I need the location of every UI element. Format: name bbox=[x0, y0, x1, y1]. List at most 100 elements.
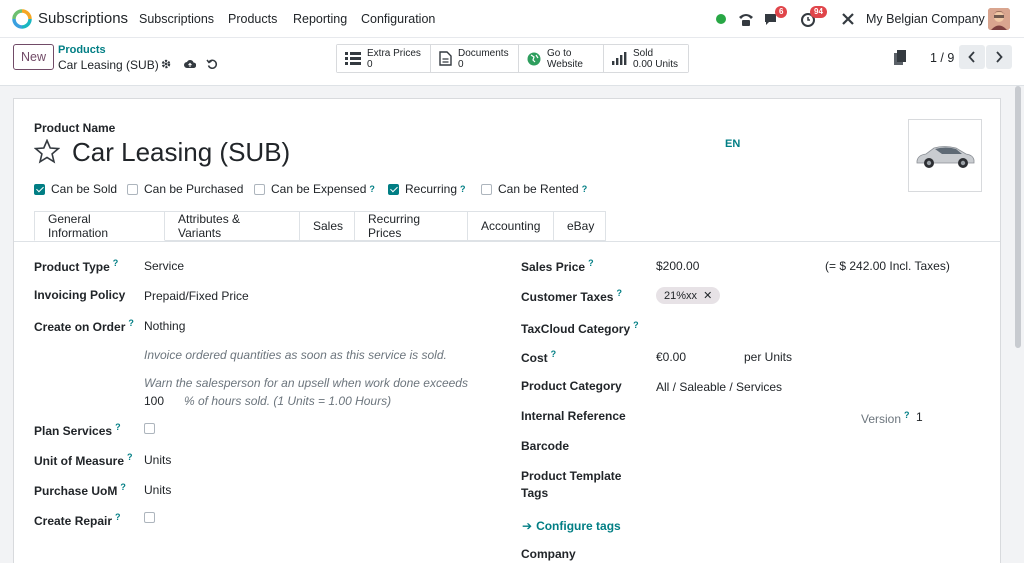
product-image[interactable] bbox=[908, 119, 982, 192]
internal-reference-label: Internal Reference bbox=[521, 409, 626, 423]
menu-configuration[interactable]: Configuration bbox=[361, 12, 435, 26]
subscriptions-app-icon[interactable] bbox=[12, 9, 32, 29]
barcode-label: Barcode bbox=[521, 439, 570, 453]
tab-sales[interactable]: Sales bbox=[300, 211, 355, 241]
sales-price-field[interactable]: $200.00 bbox=[656, 259, 699, 273]
help-tooltip-icon[interactable]: ? bbox=[460, 184, 466, 194]
documents-label: Documents bbox=[458, 47, 509, 59]
phone-icon[interactable] bbox=[737, 8, 755, 30]
upsell-help-suffix: % of hours sold. (1 Units = 1.00 Hours) bbox=[184, 394, 392, 408]
can-be-expensed-label: Can be Expensed bbox=[271, 182, 367, 196]
menu-products[interactable]: Products bbox=[228, 12, 277, 26]
new-button[interactable]: New bbox=[13, 44, 54, 70]
chevron-right-icon bbox=[996, 51, 1003, 63]
version-field[interactable]: 1 bbox=[916, 410, 923, 424]
chevron-left-icon bbox=[968, 51, 975, 63]
cost-label: Cost? bbox=[521, 349, 557, 365]
discard-icon[interactable] bbox=[206, 58, 218, 70]
invoicing-policy-label: Invoicing Policy bbox=[34, 288, 126, 302]
product-template-tags-label-2: Tags bbox=[521, 486, 549, 500]
purchase-uom-label: Purchase UoM? bbox=[34, 482, 126, 498]
documents-value: 0 bbox=[458, 58, 464, 70]
checkbox-box[interactable] bbox=[34, 183, 45, 195]
language-button[interactable]: EN bbox=[725, 138, 740, 150]
star-icon[interactable] bbox=[34, 139, 60, 164]
product-category-field[interactable]: All / Saleable / Services bbox=[656, 380, 782, 394]
can-be-rented-checkbox[interactable]: Can be Rented? bbox=[481, 182, 587, 196]
menu-reporting[interactable]: Reporting bbox=[293, 12, 347, 26]
extra-prices-label: Extra Prices bbox=[367, 47, 421, 59]
help-tooltip-icon[interactable]: ? bbox=[369, 184, 375, 194]
documents-button[interactable]: Documents 0 bbox=[431, 45, 519, 72]
user-avatar[interactable] bbox=[988, 8, 1010, 30]
sold-label: Sold bbox=[633, 47, 654, 59]
upsell-help-text: Warn the salesperson for an upsell when … bbox=[144, 376, 468, 390]
breadcrumb-current: Car Leasing (SUB) bbox=[58, 58, 159, 72]
unit-of-measure-label: Unit of Measure? bbox=[34, 452, 133, 468]
product-name-input[interactable]: Car Leasing (SUB) bbox=[72, 137, 290, 168]
attachment-stack-icon[interactable] bbox=[893, 50, 907, 66]
invoicing-policy-field[interactable]: Prepaid/Fixed Price bbox=[144, 289, 249, 303]
can-be-rented-label: Can be Rented bbox=[498, 182, 579, 196]
can-be-sold-checkbox[interactable]: Can be Sold bbox=[34, 182, 117, 196]
tab-recurring-prices[interactable]: Recurring Prices bbox=[355, 211, 468, 241]
create-on-order-field[interactable]: Nothing bbox=[144, 319, 185, 333]
remove-tag-icon[interactable]: ✕ bbox=[703, 290, 712, 302]
cost-field[interactable]: €0.00 bbox=[656, 350, 686, 364]
app-name[interactable]: Subscriptions bbox=[38, 10, 128, 27]
product-category-label: Product Category bbox=[521, 379, 622, 393]
pager-next-button[interactable] bbox=[986, 45, 1012, 69]
activity-clock-icon[interactable]: 94 bbox=[800, 6, 827, 30]
messages-icon[interactable]: 6 bbox=[763, 6, 788, 30]
checkbox-box[interactable] bbox=[127, 183, 138, 195]
sales-price-label: Sales Price? bbox=[521, 258, 594, 274]
checkbox-box[interactable] bbox=[481, 183, 492, 195]
sold-button[interactable]: Sold 0.00 Units bbox=[604, 45, 688, 72]
presence-status-icon bbox=[716, 8, 726, 30]
can-be-expensed-checkbox[interactable]: Can be Expensed? bbox=[254, 182, 375, 196]
tools-icon[interactable] bbox=[841, 8, 855, 30]
pager-value[interactable]: 1 / 9 bbox=[930, 51, 954, 65]
tab-accounting[interactable]: Accounting bbox=[468, 211, 554, 241]
recurring-checkbox[interactable]: Recurring? bbox=[388, 182, 466, 196]
cost-unit-text: per Units bbox=[744, 350, 793, 364]
plan-services-checkbox[interactable] bbox=[144, 423, 155, 434]
tab-general-information[interactable]: General Information bbox=[34, 211, 165, 241]
checkbox-box[interactable] bbox=[254, 183, 265, 195]
scrollbar[interactable] bbox=[1015, 86, 1021, 348]
create-on-order-label: Create on Order? bbox=[34, 318, 134, 334]
extra-prices-button[interactable]: Extra Prices 0 bbox=[337, 45, 431, 72]
go-to-website-button[interactable]: Go to Website bbox=[519, 45, 604, 72]
product-type-field[interactable]: Service bbox=[144, 259, 184, 273]
upsell-threshold-input[interactable]: 100 bbox=[144, 394, 164, 408]
pager-previous-button[interactable] bbox=[959, 45, 985, 69]
help-tooltip-icon[interactable]: ? bbox=[582, 184, 588, 194]
website-value: Website bbox=[547, 58, 583, 70]
taxcloud-category-label: TaxCloud Category? bbox=[521, 320, 639, 336]
breadcrumb-products[interactable]: Products bbox=[58, 44, 106, 56]
configure-tags-link[interactable]: ➔ Configure tags bbox=[522, 519, 621, 533]
tab-ebay[interactable]: eBay bbox=[554, 211, 606, 241]
tab-divider bbox=[14, 241, 1000, 242]
purchase-uom-field[interactable]: Units bbox=[144, 483, 171, 497]
messages-badge: 6 bbox=[775, 6, 788, 18]
go-to-label: Go to bbox=[547, 47, 572, 59]
unit-of-measure-field[interactable]: Units bbox=[144, 453, 171, 467]
create-repair-checkbox[interactable] bbox=[144, 512, 155, 523]
extra-prices-value: 0 bbox=[367, 58, 373, 70]
product-type-label: Product Type? bbox=[34, 258, 119, 274]
gear-icon[interactable] bbox=[160, 58, 172, 70]
cloud-upload-icon[interactable] bbox=[184, 58, 196, 70]
can-be-purchased-checkbox[interactable]: Can be Purchased bbox=[127, 182, 243, 196]
notebook-tabs: General Information Attributes & Variant… bbox=[34, 211, 606, 241]
bar-chart-icon bbox=[612, 52, 627, 65]
activities-badge: 94 bbox=[810, 6, 827, 18]
checkbox-box[interactable] bbox=[388, 183, 399, 195]
menu-subscriptions[interactable]: Subscriptions bbox=[139, 12, 214, 26]
customer-tax-tag[interactable]: 21%xx ✕ bbox=[656, 287, 721, 304]
version-label: Version? bbox=[861, 410, 910, 426]
recurring-label: Recurring bbox=[405, 182, 458, 196]
create-repair-label: Create Repair? bbox=[34, 512, 121, 528]
tab-attributes-variants[interactable]: Attributes & Variants bbox=[165, 211, 300, 241]
company-switcher[interactable]: My Belgian Company bbox=[866, 12, 985, 26]
